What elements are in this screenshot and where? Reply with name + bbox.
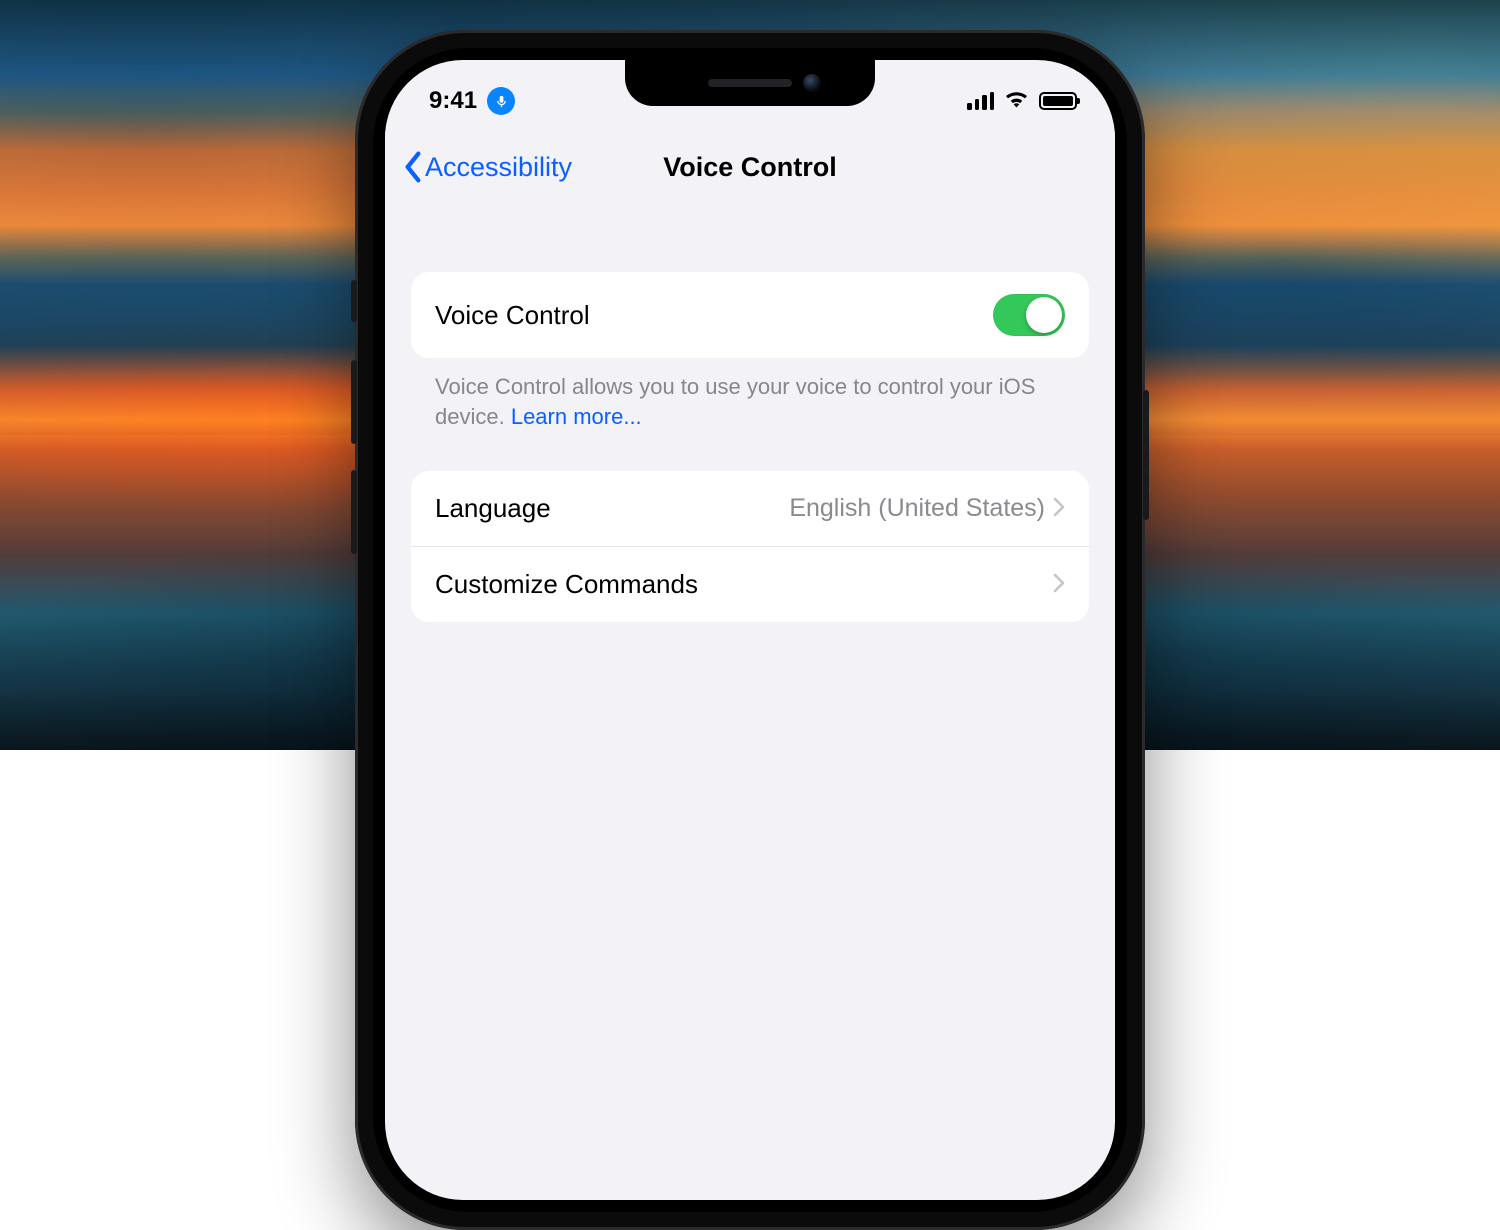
volume-up-button [351,360,357,444]
nav-bar: Accessibility Voice Control [385,130,1115,204]
voice-control-mic-icon [487,87,515,115]
voice-control-toggle-row[interactable]: Voice Control [411,272,1089,358]
language-row[interactable]: Language English (United States) [411,471,1089,546]
page-title: Voice Control [663,152,837,183]
wifi-icon [1004,87,1029,115]
phone-frame: 9:41 [355,30,1145,1230]
cellular-icon [967,92,994,110]
volume-down-button [351,470,357,554]
phone-bezel: 9:41 [373,48,1127,1212]
back-label: Accessibility [425,152,572,183]
mute-switch [351,280,357,322]
power-button [1143,390,1149,520]
status-right [967,87,1077,115]
customize-commands-row[interactable]: Customize Commands [411,546,1089,622]
earpiece [708,79,792,87]
settings-content: Voice Control Voice Control allows you t… [385,218,1115,622]
notch [625,60,875,106]
language-label: Language [435,493,551,524]
chevron-right-icon [1053,493,1065,524]
chevron-left-icon [403,151,423,183]
status-left: 9:41 [429,87,515,115]
customize-commands-label: Customize Commands [435,569,698,600]
learn-more-link[interactable]: Learn more... [511,404,642,429]
phone-screen: 9:41 [385,60,1115,1200]
voice-control-toggle[interactable] [993,294,1065,336]
front-camera [803,74,821,92]
back-button[interactable]: Accessibility [403,151,572,183]
voice-control-label: Voice Control [435,300,590,331]
voice-control-description: Voice Control allows you to use your voi… [411,358,1089,431]
chevron-right-icon [1053,569,1065,600]
status-time: 9:41 [429,87,477,115]
voice-control-options-group: Language English (United States) Customi… [411,471,1089,622]
battery-icon [1039,92,1077,110]
voice-control-toggle-group: Voice Control [411,272,1089,358]
language-value: English (United States) [789,494,1053,523]
